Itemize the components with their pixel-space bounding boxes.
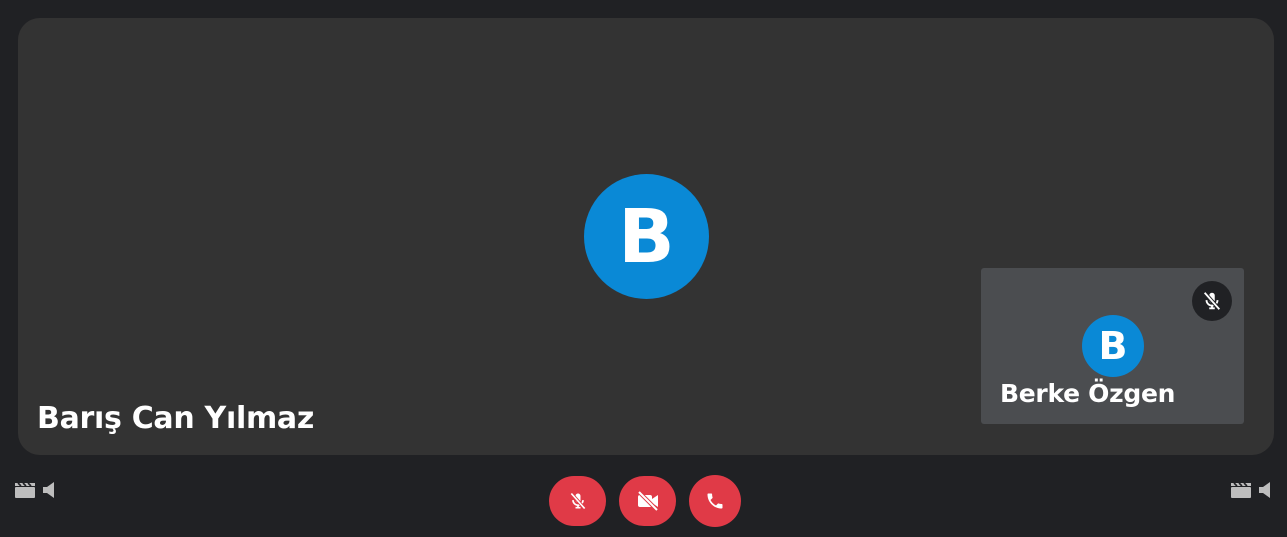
main-video-stage: B Barış Can Yılmaz B Berke Özgen <box>18 18 1274 455</box>
clapperboard-icon[interactable] <box>1230 481 1252 499</box>
main-avatar-initial: B <box>618 193 675 280</box>
clapperboard-icon[interactable] <box>14 481 36 499</box>
right-media-controls <box>1230 479 1272 501</box>
main-participant-name: Barış Can Yılmaz <box>37 401 315 436</box>
speaker-icon[interactable] <box>42 481 56 499</box>
end-call-button[interactable] <box>689 475 741 527</box>
self-view-muted-indicator <box>1192 281 1232 321</box>
self-view-participant-name: Berke Özgen <box>1000 379 1176 408</box>
mic-off-icon <box>1203 291 1221 311</box>
phone-icon <box>707 493 723 509</box>
call-controls <box>549 475 741 527</box>
video-off-icon <box>637 491 658 511</box>
self-view-avatar-initial: B <box>1098 324 1128 368</box>
self-view-tile[interactable]: B Berke Özgen <box>981 268 1244 424</box>
mic-off-icon <box>569 492 586 510</box>
microphone-toggle-button[interactable] <box>549 476 606 526</box>
main-participant-avatar: B <box>584 174 709 299</box>
left-media-controls <box>14 479 56 501</box>
camera-toggle-button[interactable] <box>619 476 676 526</box>
self-view-avatar: B <box>1082 315 1144 377</box>
speaker-icon[interactable] <box>1258 481 1272 499</box>
